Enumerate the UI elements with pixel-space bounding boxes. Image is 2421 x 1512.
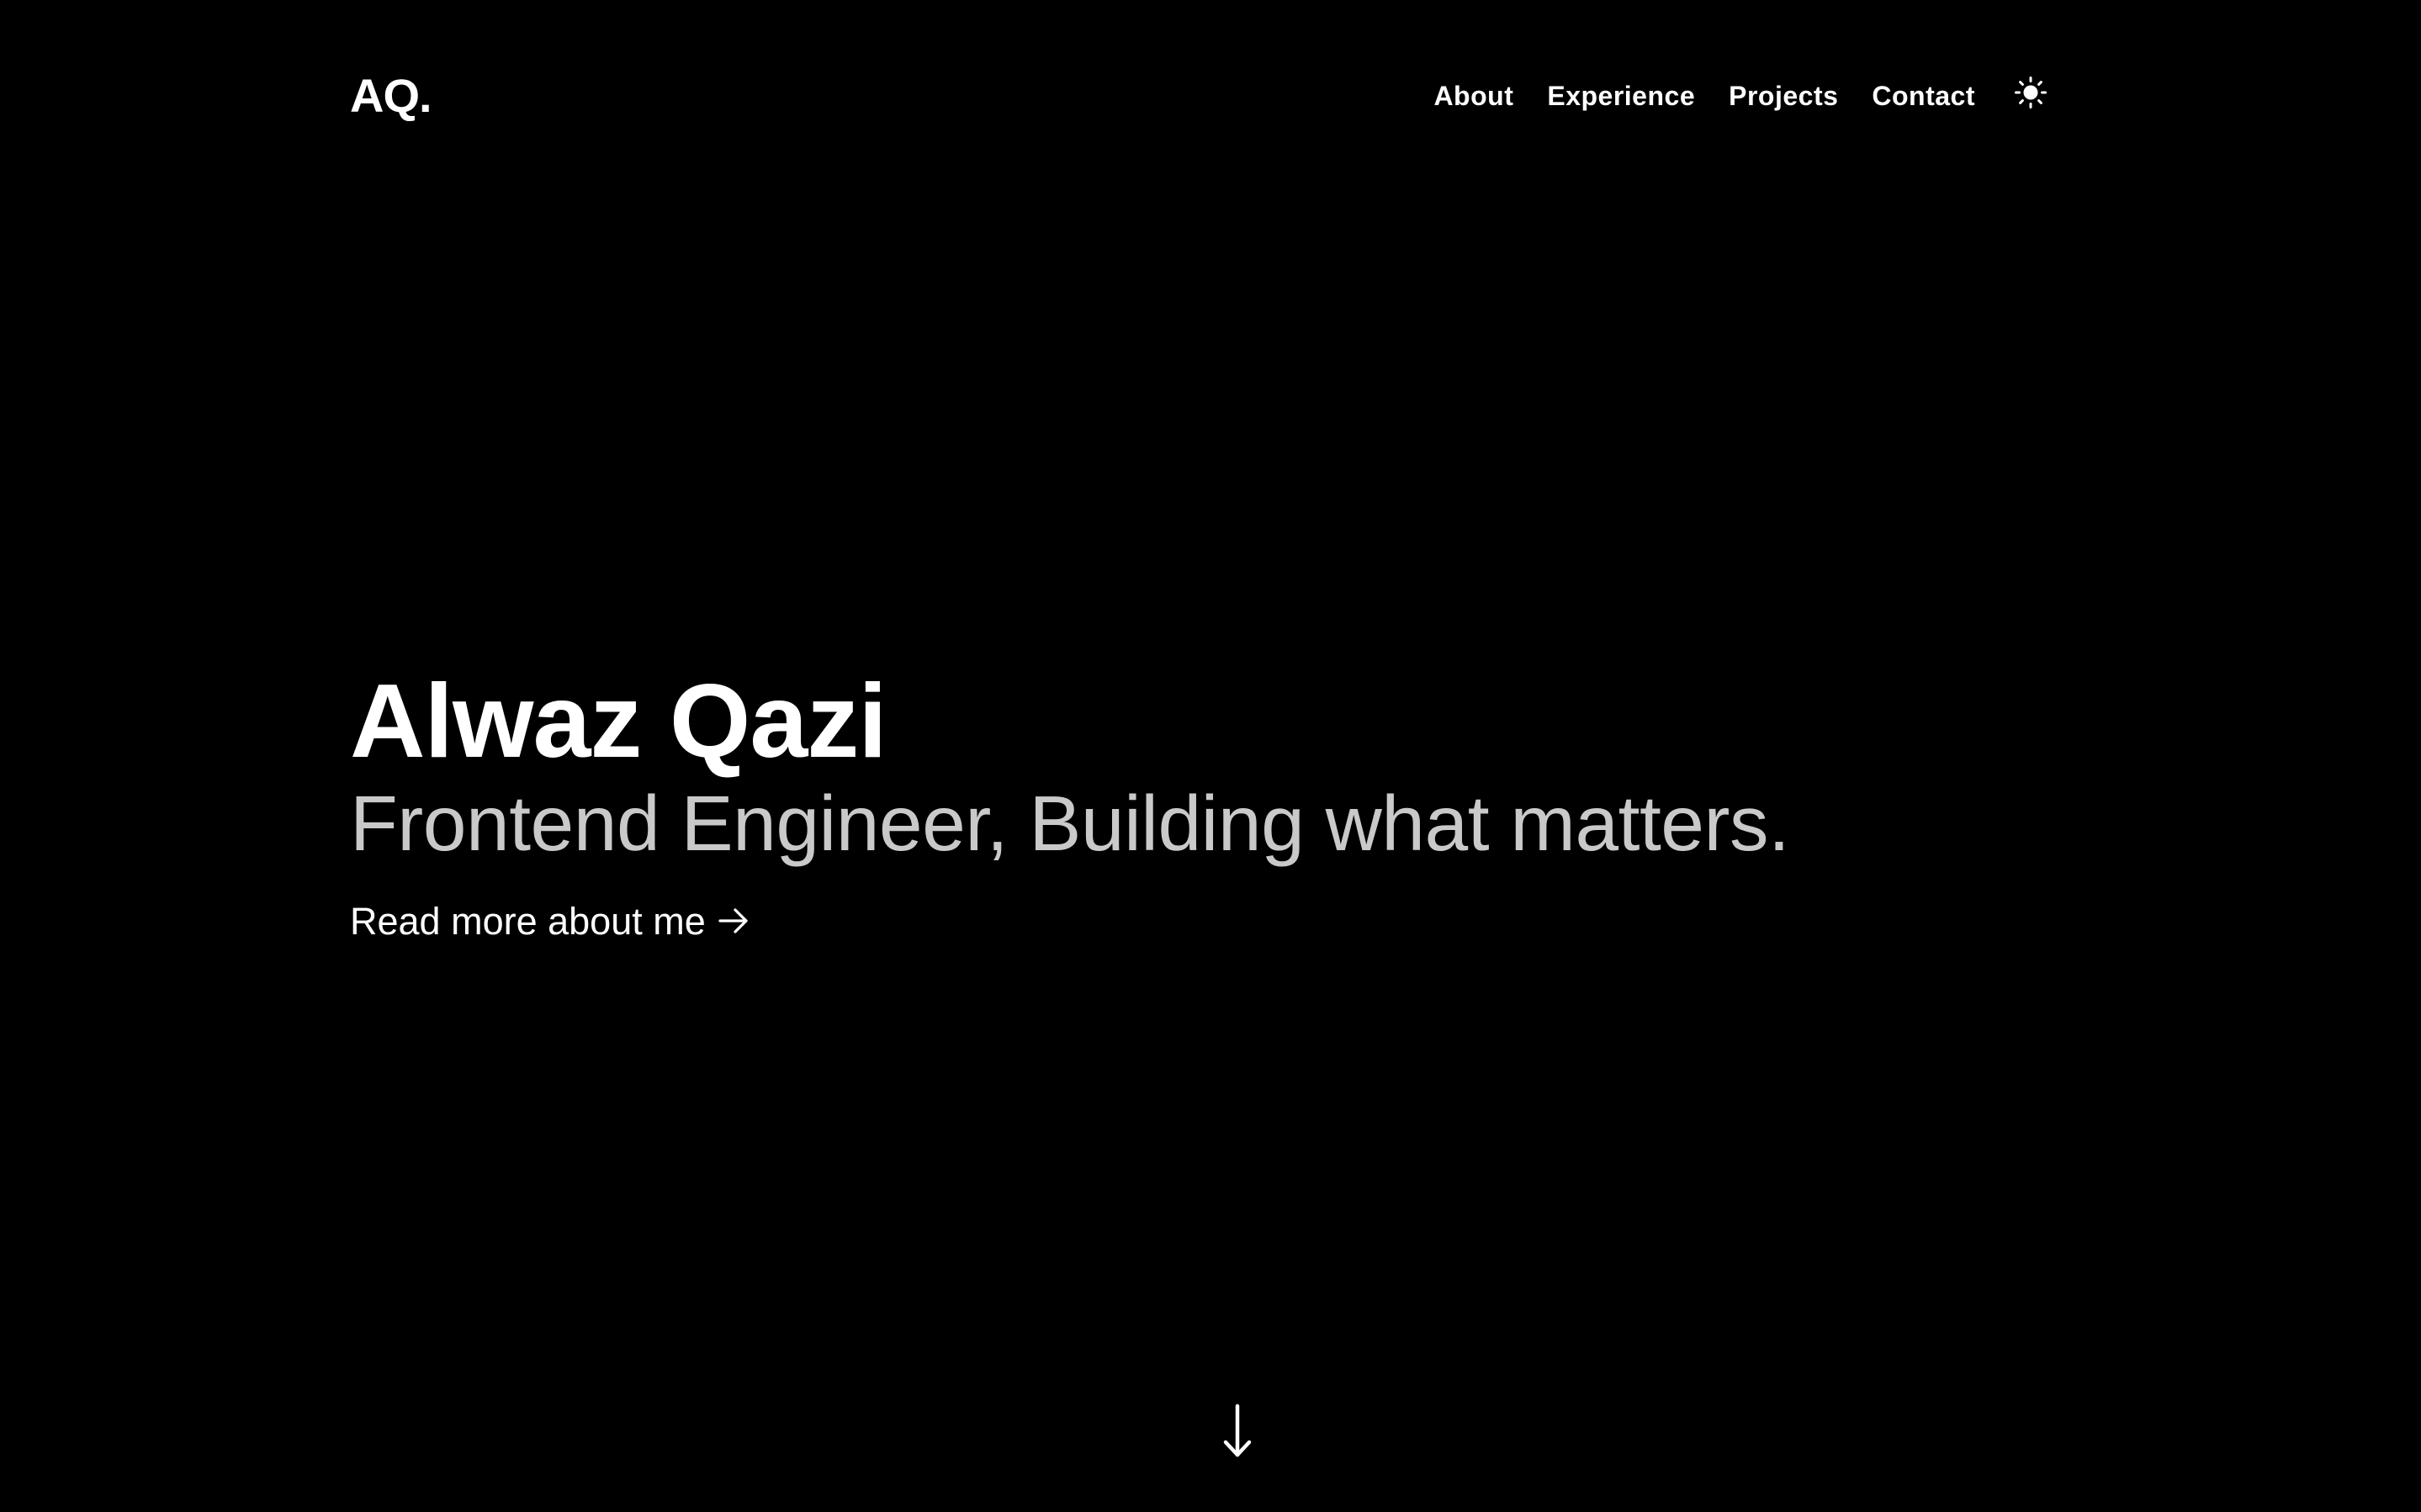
theme-toggle-button[interactable] [2010,72,2051,113]
nav-about-link[interactable]: About [1433,82,1513,109]
page: AQ. About Experience Projects Contact Al… [0,0,2421,1512]
sun-icon [2015,77,2047,108]
nav-projects-link[interactable]: Projects [1729,82,1838,109]
read-more-label: Read more about me [350,899,706,943]
arrow-right-icon [718,908,748,933]
read-more-link[interactable]: Read more about me [350,902,750,940]
main-nav: About Experience Projects Contact [1433,77,2051,113]
scroll-down-button[interactable] [1216,1403,1258,1462]
site-header: AQ. About Experience Projects Contact [350,66,2051,126]
logo-link[interactable]: AQ. [350,72,432,119]
nav-experience-link[interactable]: Experience [1547,82,1695,109]
nav-contact-link[interactable]: Contact [1872,82,1975,109]
hero-tagline: Frontend Engineer, Building what matters… [350,780,1790,868]
hero-name: Alwaz Qazi [350,663,887,780]
hero-section: Alwaz Qazi Frontend Engineer, Building w… [350,664,2116,940]
arrow-down-icon [1223,1404,1252,1457]
